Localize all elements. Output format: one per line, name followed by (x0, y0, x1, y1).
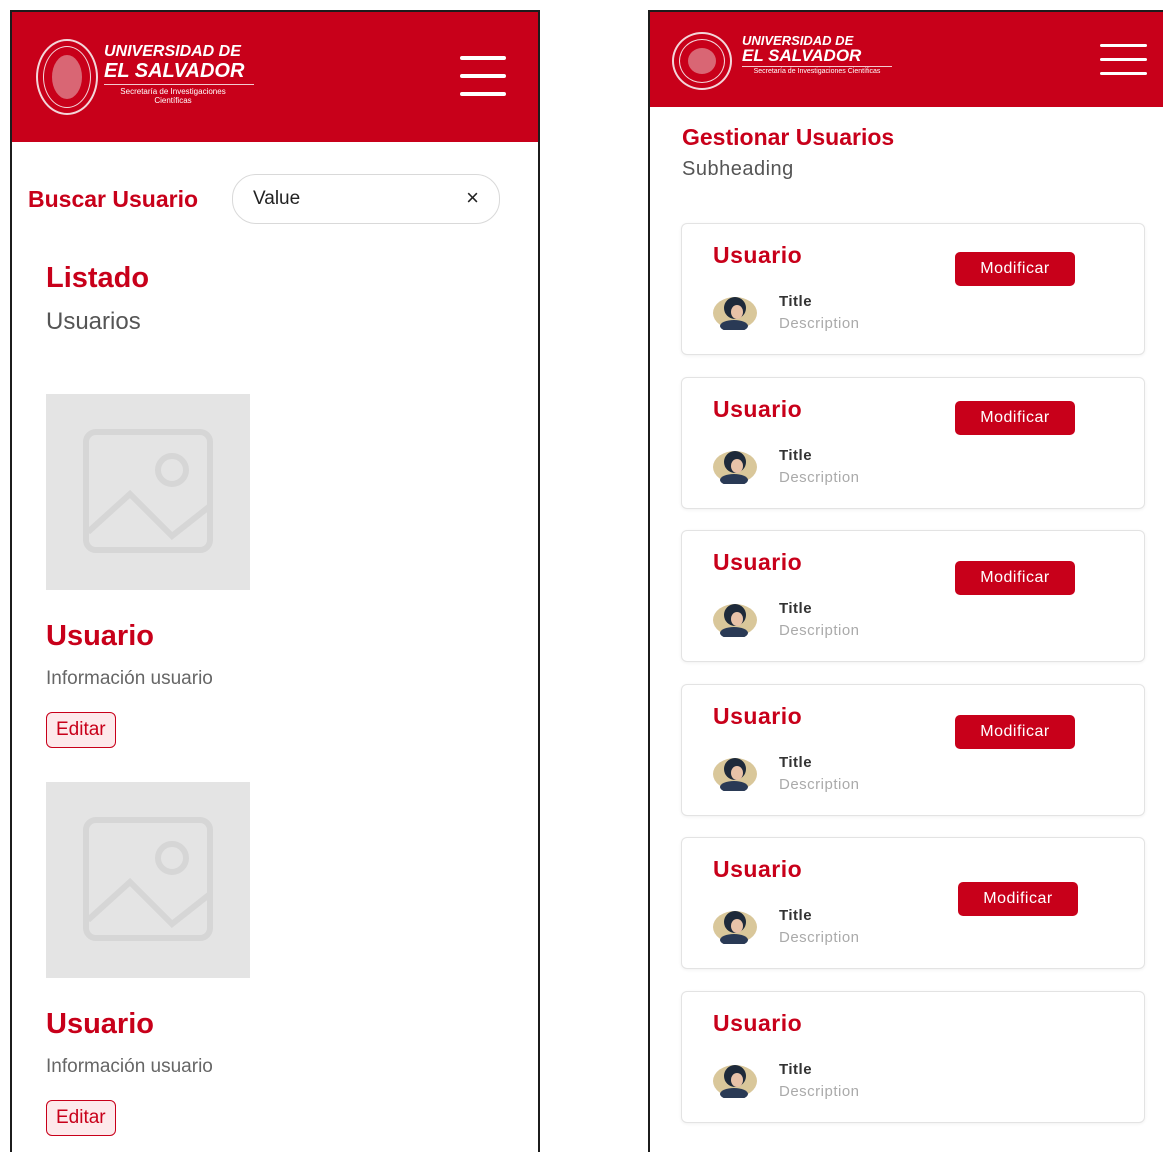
user-name: Usuario (713, 1010, 803, 1036)
brand-subtitle: Secretaría de Investigaciones Científica… (753, 68, 881, 75)
hamburger-menu-icon[interactable] (460, 56, 506, 96)
edit-button[interactable]: Editar (46, 712, 116, 748)
search-label: Buscar Usuario (28, 186, 199, 212)
right-phone-screen: UNIVERSIDAD DE EL SALVADOR Secretaría de… (648, 10, 1163, 1152)
user-list-card: Usuario Modificar Title Description (681, 684, 1145, 816)
list-subtitle: Usuarios (46, 308, 141, 335)
brand-divider (742, 66, 892, 67)
image-placeholder-icon (46, 782, 250, 978)
university-seal-icon (672, 32, 732, 90)
card-name: Usuario (46, 1008, 154, 1040)
user-description: Description (779, 315, 860, 332)
card-info: Información usuario (46, 1056, 213, 1077)
clear-icon[interactable]: × (466, 185, 479, 211)
app-header: UNIVERSIDAD DE EL SALVADOR Secretaría de… (650, 12, 1163, 107)
image-placeholder-icon (46, 394, 250, 590)
brand-divider (104, 84, 254, 85)
user-title: Title (779, 293, 813, 310)
brand-line-1: UNIVERSIDAD DE (104, 43, 241, 60)
user-list-card: Usuario Modificar Title Description (681, 223, 1145, 355)
user-description: Description (779, 1083, 860, 1100)
modify-button[interactable]: Modificar (955, 715, 1075, 749)
search-input[interactable]: Value × (232, 174, 500, 224)
user-description: Description (779, 622, 860, 639)
user-description: Description (779, 929, 860, 946)
user-name: Usuario (713, 396, 803, 422)
list-title: Listado (46, 262, 150, 294)
search-input-value: Value (253, 188, 301, 209)
user-list-card: Usuario Modificar Title Description (681, 530, 1145, 662)
app-header: UNIVERSIDAD DE EL SALVADOR Secretaría de… (12, 12, 538, 142)
user-card: Usuario Información usuario Editar (46, 782, 346, 1136)
page-subtitle: Subheading (682, 158, 794, 180)
brand-line-2: EL SALVADOR (104, 60, 245, 82)
modify-button[interactable]: Modificar (958, 882, 1078, 916)
user-title: Title (779, 1061, 813, 1078)
page-title: Gestionar Usuarios (682, 124, 895, 150)
user-description: Description (779, 469, 860, 486)
modify-button[interactable]: Modificar (955, 401, 1075, 435)
avatar (713, 604, 757, 637)
user-title: Title (779, 754, 813, 771)
university-seal-icon (36, 39, 98, 115)
edit-button[interactable]: Editar (46, 1100, 116, 1136)
card-info: Información usuario (46, 668, 213, 689)
user-list-card: Usuario Title Description (681, 991, 1145, 1123)
brand-line-2: EL SALVADOR (742, 46, 862, 65)
brand-logo[interactable]: UNIVERSIDAD DE EL SALVADOR Secretaría de… (742, 34, 892, 76)
brand-logo[interactable]: UNIVERSIDAD DE EL SALVADOR Secretaría de… (104, 44, 254, 105)
user-name: Usuario (713, 703, 803, 729)
modify-button[interactable]: Modificar (955, 252, 1075, 286)
user-name: Usuario (713, 242, 803, 268)
user-list-card: Usuario Modificar Title Description (681, 377, 1145, 509)
left-phone-screen: UNIVERSIDAD DE EL SALVADOR Secretaría de… (10, 10, 540, 1152)
user-name: Usuario (713, 856, 803, 882)
avatar (713, 297, 757, 330)
brand-subtitle: Secretaría de Investigaciones Científica… (120, 87, 226, 106)
avatar (713, 911, 757, 944)
modify-button[interactable]: Modificar (955, 561, 1075, 595)
user-card: Usuario Información usuario Editar (46, 394, 346, 748)
avatar (713, 451, 757, 484)
user-title: Title (779, 907, 813, 924)
user-description: Description (779, 776, 860, 793)
user-title: Title (779, 447, 813, 464)
hamburger-menu-icon[interactable] (1100, 44, 1147, 75)
user-name: Usuario (713, 549, 803, 575)
avatar (713, 758, 757, 791)
avatar (713, 1065, 757, 1098)
user-title: Title (779, 600, 813, 617)
user-list-card: Usuario Modificar Title Description (681, 837, 1145, 969)
card-name: Usuario (46, 620, 154, 652)
